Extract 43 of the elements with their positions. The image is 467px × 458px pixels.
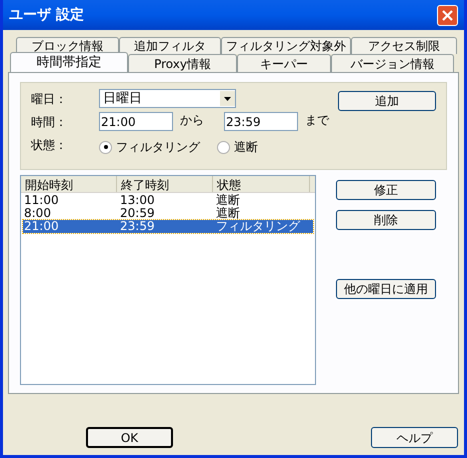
dropdown-caret-icon bbox=[220, 91, 235, 106]
list-cell-text: 8:00 bbox=[23, 207, 52, 220]
list-cell-text: 23:59 bbox=[119, 220, 156, 233]
list-cell-text: 遮断 bbox=[215, 194, 241, 207]
help-button[interactable]: ヘルプ bbox=[371, 427, 458, 448]
day-dropdown[interactable]: 日曜日 bbox=[99, 89, 236, 108]
action-button[interactable]: 他の曜日に適用 bbox=[336, 279, 436, 299]
action-button[interactable]: 修正 bbox=[336, 180, 436, 200]
from-label: から bbox=[179, 112, 205, 128]
action-button[interactable]: 削除 bbox=[336, 210, 436, 230]
state-radio[interactable]: 遮断 bbox=[217, 138, 335, 156]
list-cell-text: 11:00 bbox=[23, 194, 60, 207]
list-cell-text: 遮断 bbox=[215, 207, 241, 220]
tab[interactable]: 追加フィルタ bbox=[119, 37, 221, 54]
state-label: 状態： bbox=[31, 137, 68, 154]
column-header[interactable]: 終了時刻 bbox=[117, 176, 213, 192]
close-icon bbox=[442, 10, 453, 20]
tab[interactable]: アクセス制限 bbox=[351, 37, 457, 54]
tab[interactable]: 時間帯指定 bbox=[10, 52, 128, 72]
list-cell-text: 21:00 bbox=[23, 220, 60, 233]
day-label: 曜日： bbox=[31, 90, 68, 108]
close-button[interactable] bbox=[437, 4, 458, 26]
to-label: まで bbox=[304, 112, 329, 128]
list-cell-text: 20:59 bbox=[119, 207, 156, 220]
list-row[interactable]: 21:00 23:59 フィルタリング bbox=[23, 220, 313, 233]
end-time-field[interactable]: 23:59 bbox=[224, 112, 298, 131]
tab[interactable]: キーパー bbox=[237, 54, 331, 72]
list-cell-text: 13:00 bbox=[119, 194, 156, 207]
state-radio[interactable]: フィルタリング bbox=[99, 138, 217, 156]
list-row[interactable]: 8:00 20:59 遮断 bbox=[23, 207, 313, 220]
start-time-field[interactable]: 21:00 bbox=[99, 112, 173, 131]
window-title: ユーザ 設定 bbox=[9, 6, 84, 24]
list-row[interactable]: 11:00 13:00 遮断 bbox=[23, 194, 313, 207]
day-value: 日曜日 bbox=[103, 90, 142, 108]
tab[interactable]: バージョン情報 bbox=[331, 54, 454, 72]
add-button[interactable]: 追加 bbox=[338, 91, 436, 111]
ok-button[interactable]: OK bbox=[86, 427, 173, 448]
tab[interactable]: フィルタリング対象外 bbox=[221, 37, 351, 54]
list-cell-text: フィルタリング bbox=[215, 220, 302, 233]
time-label: 時間： bbox=[31, 114, 68, 130]
column-header[interactable]: 開始時刻 bbox=[21, 176, 117, 192]
column-header[interactable]: 状態 bbox=[213, 176, 310, 192]
tab[interactable]: Proxy情報 bbox=[128, 54, 237, 72]
